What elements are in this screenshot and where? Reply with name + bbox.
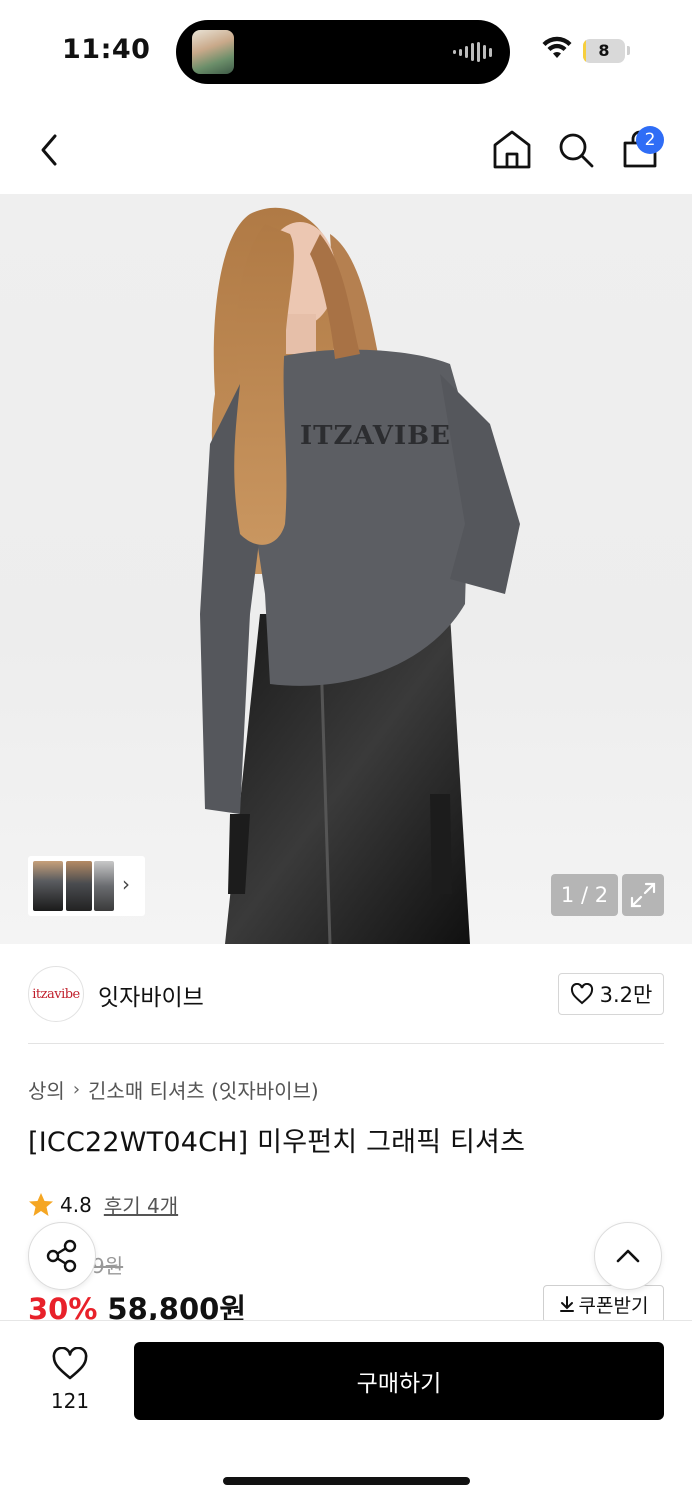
coupon-label: 쿠폰받기 [578,1294,649,1317]
image-counter: 1 / 2 [551,874,618,916]
brand-name[interactable]: 잇자바이브 [98,978,204,1012]
chevron-left-icon[interactable] [34,132,64,168]
breadcrumb-category[interactable]: 상의 [28,1075,65,1104]
original-price: 9원 [92,1250,123,1279]
thumbnail-strip[interactable]: › [28,856,145,916]
dynamic-island[interactable] [176,20,510,84]
now-playing-artwork [192,30,234,74]
buy-button[interactable]: 구매하기 [134,1342,664,1420]
share-button[interactable] [28,1222,96,1290]
battery-nub [627,46,630,55]
battery-level: 8 [598,41,610,60]
thumbnail-1[interactable] [33,861,63,911]
home-indicator [223,1477,470,1485]
thumbnail-3[interactable] [94,861,114,911]
heart-icon [570,983,593,1005]
status-time: 11:40 [62,34,151,65]
coupon-button[interactable]: 쿠폰받기 [543,1285,664,1323]
search-icon[interactable] [556,130,596,170]
bottom-action-bar: 121 구매하기 [0,1320,692,1500]
brand-like-count: 3.2만 [599,983,653,1007]
product-photo: ITZAVIBE [200,207,520,944]
wifi-icon [542,36,572,58]
rating-value: 4.8 [60,1192,92,1217]
svg-text:ITZAVIBE: ITZAVIBE [300,421,451,451]
status-bar: 11:40 8 [0,0,692,100]
home-icon[interactable] [491,128,533,170]
rating-row: 4.8 후기 4개 [28,1190,178,1219]
wishlist-button[interactable]: 121 [30,1346,110,1413]
breadcrumb: 상의 › 긴소매 티셔츠 (잇자바이브) [28,1075,319,1104]
star-icon [29,1192,53,1216]
breadcrumb-separator-icon: › [72,1079,81,1100]
brand-logo[interactable]: itzavibe [28,966,84,1022]
heart-icon [52,1346,88,1380]
divider [28,1043,664,1044]
chevron-right-icon[interactable]: › [122,872,130,896]
scroll-top-button[interactable] [594,1222,662,1290]
thumbnail-2[interactable] [66,861,92,911]
product-image-gallery[interactable]: ITZAVIBE › 1 / 2 [0,194,692,944]
wishlist-count: 121 [50,1389,90,1413]
share-icon [46,1239,77,1273]
cart-count-badge: 2 [636,126,664,154]
chevron-up-icon [616,1249,640,1263]
expand-icon [630,882,656,908]
review-link[interactable]: 후기 4개 [104,1190,178,1219]
download-icon [559,1296,574,1312]
breadcrumb-subcategory[interactable]: 긴소매 티셔츠 (잇자바이브) [88,1075,319,1104]
original-price-text: 9원 [92,1254,124,1278]
battery-indicator: 8 [583,39,625,63]
product-title: [ICC22WT04CH] 미우펀치 그래픽 티셔츠 [28,1127,526,1158]
brand-like-button[interactable]: 3.2만 [558,973,664,1015]
expand-button[interactable] [622,874,664,916]
audio-waveform-icon [453,42,492,62]
